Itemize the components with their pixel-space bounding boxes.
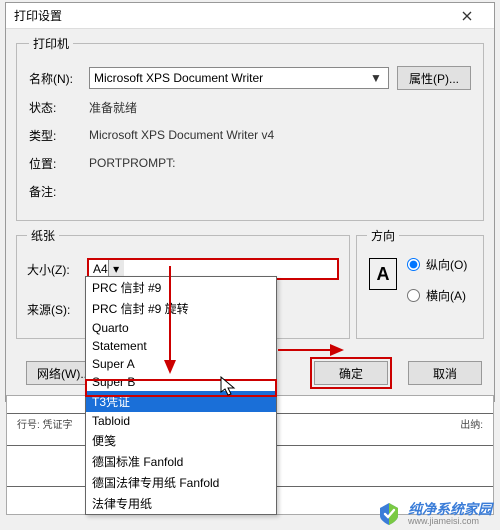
dropdown-option[interactable]: 法律专用纸	[86, 493, 276, 514]
where-value: PORTPROMPT:	[89, 156, 471, 170]
dropdown-option[interactable]: Quarto	[86, 319, 276, 337]
cancel-button[interactable]: 取消	[408, 361, 482, 385]
watermark-text: 纯净系统家园	[408, 502, 492, 517]
printer-legend: 打印机	[29, 35, 73, 52]
dropdown-option[interactable]: Super B	[86, 373, 276, 391]
chevron-down-icon: ▼	[368, 71, 384, 85]
printer-name-combo[interactable]: Microsoft XPS Document Writer ▼	[89, 67, 389, 89]
paper-size-dropdown[interactable]: PRC 信封 #9PRC 信封 #9 旋转QuartoStatementSupe…	[85, 276, 277, 515]
dropdown-option[interactable]: Super A	[86, 355, 276, 373]
close-button[interactable]	[448, 5, 486, 27]
paper-size-value: A4	[93, 262, 108, 276]
ok-button[interactable]: 确定	[314, 361, 388, 385]
status-value: 准备就绪	[89, 99, 471, 116]
dropdown-option[interactable]: 德国法律专用纸 Fanfold	[86, 472, 276, 493]
comment-label: 备注:	[29, 183, 89, 200]
bg-field-3: 出纳:	[460, 416, 483, 431]
dropdown-option[interactable]: 便笺	[86, 430, 276, 451]
where-label: 位置:	[29, 155, 89, 172]
type-value: Microsoft XPS Document Writer v4	[89, 128, 471, 142]
dropdown-option[interactable]: PRC 信封 #9	[86, 277, 276, 298]
ok-button-highlight: 确定	[310, 357, 392, 389]
portrait-radio-input[interactable]	[407, 258, 420, 271]
bg-field-1: 行号: 凭证字	[17, 416, 73, 431]
name-label: 名称(N):	[29, 70, 89, 87]
dropdown-option[interactable]: Tabloid	[86, 412, 276, 430]
source-label: 来源(S):	[27, 301, 87, 318]
portrait-label: 纵向(O)	[426, 256, 467, 273]
status-label: 状态:	[29, 99, 89, 116]
landscape-radio-input[interactable]	[407, 289, 420, 302]
titlebar: 打印设置	[6, 3, 494, 29]
dropdown-option[interactable]: Statement	[86, 337, 276, 355]
orientation-group: 方向 A 纵向(O) 横向(A)	[356, 227, 484, 339]
landscape-label: 横向(A)	[426, 287, 466, 304]
printer-group: 打印机 名称(N): Microsoft XPS Document Writer…	[16, 35, 484, 221]
window-title: 打印设置	[14, 7, 448, 24]
paper-legend: 纸张	[27, 227, 59, 244]
properties-button[interactable]: 属性(P)...	[397, 66, 471, 90]
watermark-logo-icon	[376, 501, 402, 527]
landscape-radio[interactable]: 横向(A)	[407, 287, 467, 304]
orientation-preview-icon: A	[369, 258, 397, 290]
orientation-legend: 方向	[367, 227, 399, 244]
size-label: 大小(Z):	[27, 261, 87, 278]
dropdown-option[interactable]: 德国标准 Fanfold	[86, 451, 276, 472]
type-label: 类型:	[29, 127, 89, 144]
portrait-radio[interactable]: 纵向(O)	[407, 256, 467, 273]
dropdown-option[interactable]: T3凭证	[86, 391, 276, 412]
printer-name-value: Microsoft XPS Document Writer	[94, 71, 368, 85]
dropdown-option[interactable]: PRC 信封 #9 旋转	[86, 298, 276, 319]
watermark: 纯净系统家园 www.jiameisi.com	[376, 501, 492, 527]
